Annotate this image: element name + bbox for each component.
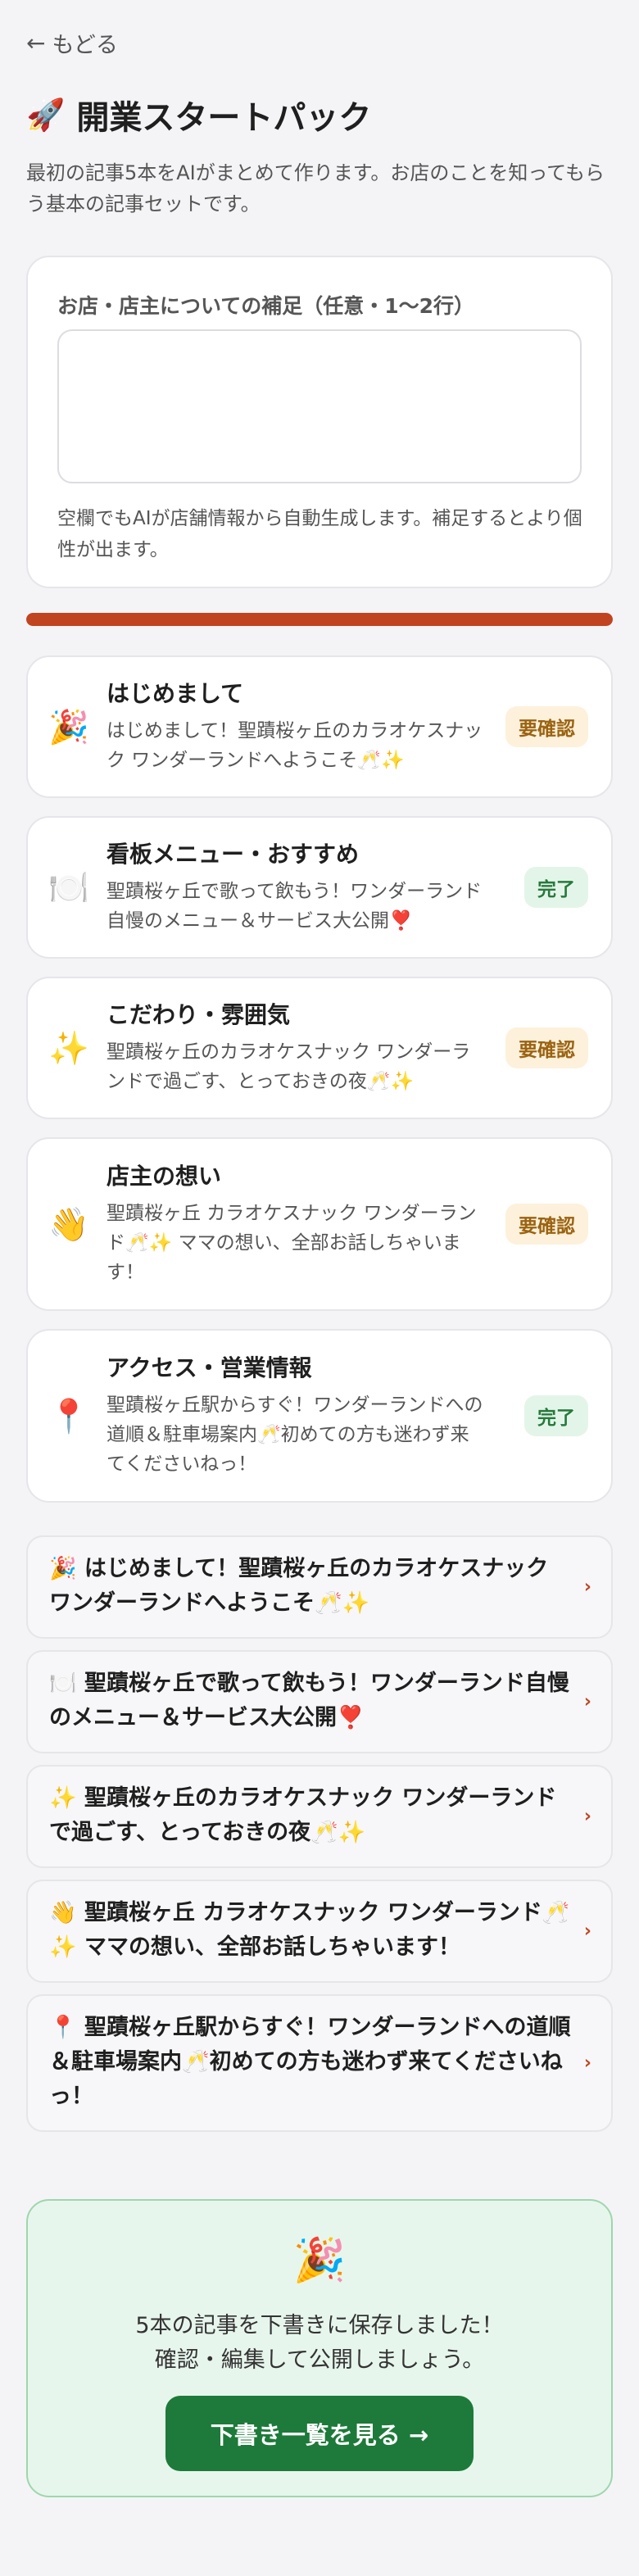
article-card-owner[interactable]: 👋 店主の想い 聖蹟桜ヶ丘 カラオケスナック ワンダーランド🥂✨ ママの想い、全… [26, 1137, 613, 1311]
supplement-card: お店・店主についての補足（任意・1〜2行） 空欄でもAIが店舗情報から自動生成し… [26, 256, 613, 588]
back-link[interactable]: ← もどる [26, 26, 118, 59]
article-desc: 聖蹟桜ヶ丘駅からすぐ！ワンダーランドへの道順＆駐車場案内🥂初めての方も迷わず来て… [106, 1395, 483, 1475]
article-desc: 聖蹟桜ヶ丘 カラオケスナック ワンダーランド🥂✨ ママの想い、全部お話しちゃいま… [106, 1203, 477, 1283]
supplement-note: 空欄でもAIが店舗情報から自動生成します。補足するとより個性が出ます。 [57, 508, 582, 560]
article-card-hajimemashite[interactable]: 🎉 はじめまして はじめまして！聖蹟桜ヶ丘のカラオケスナック ワンダーランドへよ… [26, 655, 613, 798]
draft-link-2[interactable]: 🍽️ 聖蹟桜ヶ丘で歌って飲もう！ワンダーランド自慢のメニュー＆サービス大公開❣️… [26, 1650, 613, 1753]
page-title: 🚀 開業スタートパック [26, 90, 371, 139]
status-badge: 要確認 [505, 1027, 588, 1068]
view-drafts-button[interactable]: 下書き一覧を見る → [165, 2396, 474, 2471]
chevron-right-icon: › [583, 1921, 591, 1942]
article-name: 店主の想い [106, 1163, 222, 1190]
rocket-icon: 🚀 [26, 96, 66, 133]
status-badge: 要確認 [505, 706, 588, 747]
draft-link-1[interactable]: 🎉 はじめまして！聖蹟桜ヶ丘のカラオケスナック ワンダーランドへようこそ🥂✨ › [26, 1535, 613, 1639]
draft-link-4[interactable]: 👋 聖蹟桜ヶ丘 カラオケスナック ワンダーランド🥂✨ ママの想い、全部お話しちゃ… [26, 1880, 613, 1983]
progress-bar [26, 613, 613, 626]
page-title-text: 開業スタートパック [76, 99, 372, 137]
map-pin-icon: 📍 [48, 1397, 89, 1435]
draft-link-title: ✨ 聖蹟桜ヶ丘のカラオケスナック ワンダーランドで過ごす、とっておきの夜🥂✨ [49, 1785, 557, 1845]
article-card-atmosphere[interactable]: ✨ こだわり・雰囲気 聖蹟桜ヶ丘のカラオケスナック ワンダーランドで過ごす、とっ… [26, 977, 613, 1119]
party-popper-icon: 🎉 [48, 708, 89, 746]
draft-link-5[interactable]: 📍 聖蹟桜ヶ丘駅からすぐ！ワンダーランドへの道順＆駐車場案内🥂初めての方も迷わず… [26, 1994, 613, 2132]
article-card-menu[interactable]: 🍽️ 看板メニュー・おすすめ 聖蹟桜ヶ丘で歌って飲もう！ワンダーランド自慢のメニ… [26, 816, 613, 959]
completion-line-2: 確認・編集して公開しましょう。 [154, 2347, 485, 2373]
status-badge: 完了 [524, 867, 588, 908]
completion-panel: 🎉 5本の記事を下書きに保存しました！ 確認・編集して公開しましょう。 下書き一… [26, 2199, 613, 2497]
article-desc: はじめまして！聖蹟桜ヶ丘のカラオケスナック ワンダーランドへようこそ🥂✨ [106, 720, 483, 771]
draft-link-title: 👋 聖蹟桜ヶ丘 カラオケスナック ワンダーランド🥂✨ ママの想い、全部お話しちゃ… [49, 1900, 570, 1960]
article-desc: 聖蹟桜ヶ丘のカラオケスナック ワンダーランドで過ごす、とっておきの夜🥂✨ [106, 1041, 471, 1092]
supplement-input[interactable] [57, 329, 582, 483]
article-name: 看板メニュー・おすすめ [106, 841, 360, 868]
back-label: もどる [52, 32, 118, 58]
draft-link-3[interactable]: ✨ 聖蹟桜ヶ丘のカラオケスナック ワンダーランドで過ごす、とっておきの夜🥂✨ › [26, 1765, 613, 1868]
draft-link-title: 🎉 はじめまして！聖蹟桜ヶ丘のカラオケスナック ワンダーランドへようこそ🥂✨ [49, 1556, 549, 1616]
draft-link-title: 🍽️ 聖蹟桜ヶ丘で歌って飲もう！ワンダーランド自慢のメニュー＆サービス大公開❣️ [49, 1671, 569, 1730]
draft-link-title: 📍 聖蹟桜ヶ丘駅からすぐ！ワンダーランドへの道順＆駐車場案内🥂初めての方も迷わず… [49, 2015, 571, 2109]
completion-message: 5本の記事を下書きに保存しました！ 確認・編集して公開しましょう。 [28, 2309, 611, 2378]
supplement-label: お店・店主についての補足（任意・1〜2行） [57, 294, 475, 318]
waving-hand-icon: 👋 [48, 1205, 89, 1244]
plate-cutlery-icon: 🍽️ [48, 868, 89, 907]
progress-bar-fill [26, 613, 613, 626]
page: ← もどる 🚀 開業スタートパック 最初の記事5本をAIがまとめて作ります。お店… [0, 0, 639, 2576]
article-card-access[interactable]: 📍 アクセス・営業情報 聖蹟桜ヶ丘駅からすぐ！ワンダーランドへの道順＆駐車場案内… [26, 1329, 613, 1503]
completion-line-1: 5本の記事を下書きに保存しました！ [135, 2313, 504, 2338]
chevron-right-icon: › [583, 2052, 591, 2074]
article-name: アクセス・営業情報 [106, 1354, 312, 1381]
status-badge: 完了 [524, 1395, 588, 1436]
article-name: こだわり・雰囲気 [106, 1001, 291, 1028]
intro-text: 最初の記事5本をAIがまとめて作ります。お店のことを知ってもらう基本の記事セット… [26, 161, 605, 215]
article-name: はじめまして [106, 680, 244, 707]
chevron-right-icon: › [583, 1691, 591, 1712]
chevron-right-icon: › [583, 1576, 591, 1598]
chevron-right-icon: › [583, 1806, 591, 1827]
article-desc: 聖蹟桜ヶ丘で歌って飲もう！ワンダーランド自慢のメニュー＆サービス大公開❣️ [106, 881, 483, 932]
back-arrow-icon: ← [26, 29, 46, 57]
party-popper-icon: 🎉 [292, 2236, 347, 2285]
status-badge: 要確認 [505, 1204, 588, 1245]
sparkles-icon: ✨ [48, 1029, 89, 1068]
